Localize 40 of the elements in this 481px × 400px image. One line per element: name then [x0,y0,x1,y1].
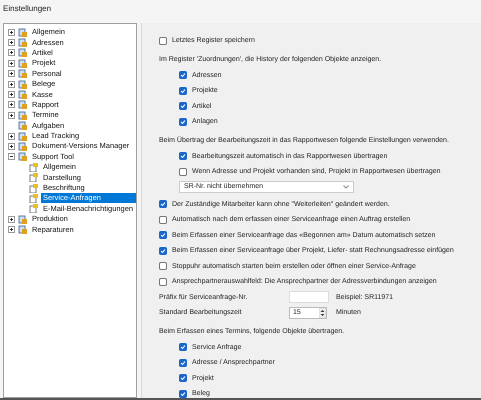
expand-icon[interactable] [8,91,15,98]
checkbox[interactable] [179,118,187,126]
clipboard-icon [29,173,38,182]
checkbox[interactable] [159,246,167,255]
input-field[interactable] [289,291,329,304]
expand-icon[interactable] [8,112,15,119]
clipboard-icon [29,184,38,193]
expand-icon[interactable] [8,39,15,46]
expand-icon[interactable] [8,132,15,140]
checkbox[interactable] [179,102,187,110]
expand-icon[interactable] [8,101,15,108]
expand-icon[interactable] [8,226,15,234]
checkbox[interactable] [179,358,187,367]
window-title: Einstellungen [3,4,52,13]
expand-icon[interactable] [8,60,15,67]
checkbox[interactable] [179,152,187,160]
expand-icon[interactable] [8,80,15,88]
expand-icon[interactable] [8,153,15,160]
expand-icon[interactable] [8,28,15,36]
checkbox[interactable] [159,216,167,224]
chevron-down-icon [343,184,349,188]
checkbox[interactable] [179,390,187,398]
checkbox[interactable] [159,200,167,208]
checkbox[interactable] [179,168,187,176]
spin-arrows-icon[interactable] [319,308,326,318]
expand-icon[interactable] [8,216,15,223]
checkbox[interactable] [159,36,167,45]
checkbox[interactable] [179,374,187,382]
clipboard-icon [29,194,38,203]
clipboard-icon [29,162,38,172]
clipboard-icon [29,204,38,214]
checkbox[interactable] [159,231,167,240]
expand-icon[interactable] [8,70,15,78]
checkbox[interactable] [179,86,187,95]
checkbox[interactable] [159,262,167,270]
checkbox[interactable] [179,343,187,352]
checkbox[interactable] [179,71,187,80]
expand-icon[interactable] [8,49,15,56]
checkbox[interactable] [159,278,167,286]
expand-icon[interactable] [8,142,15,150]
